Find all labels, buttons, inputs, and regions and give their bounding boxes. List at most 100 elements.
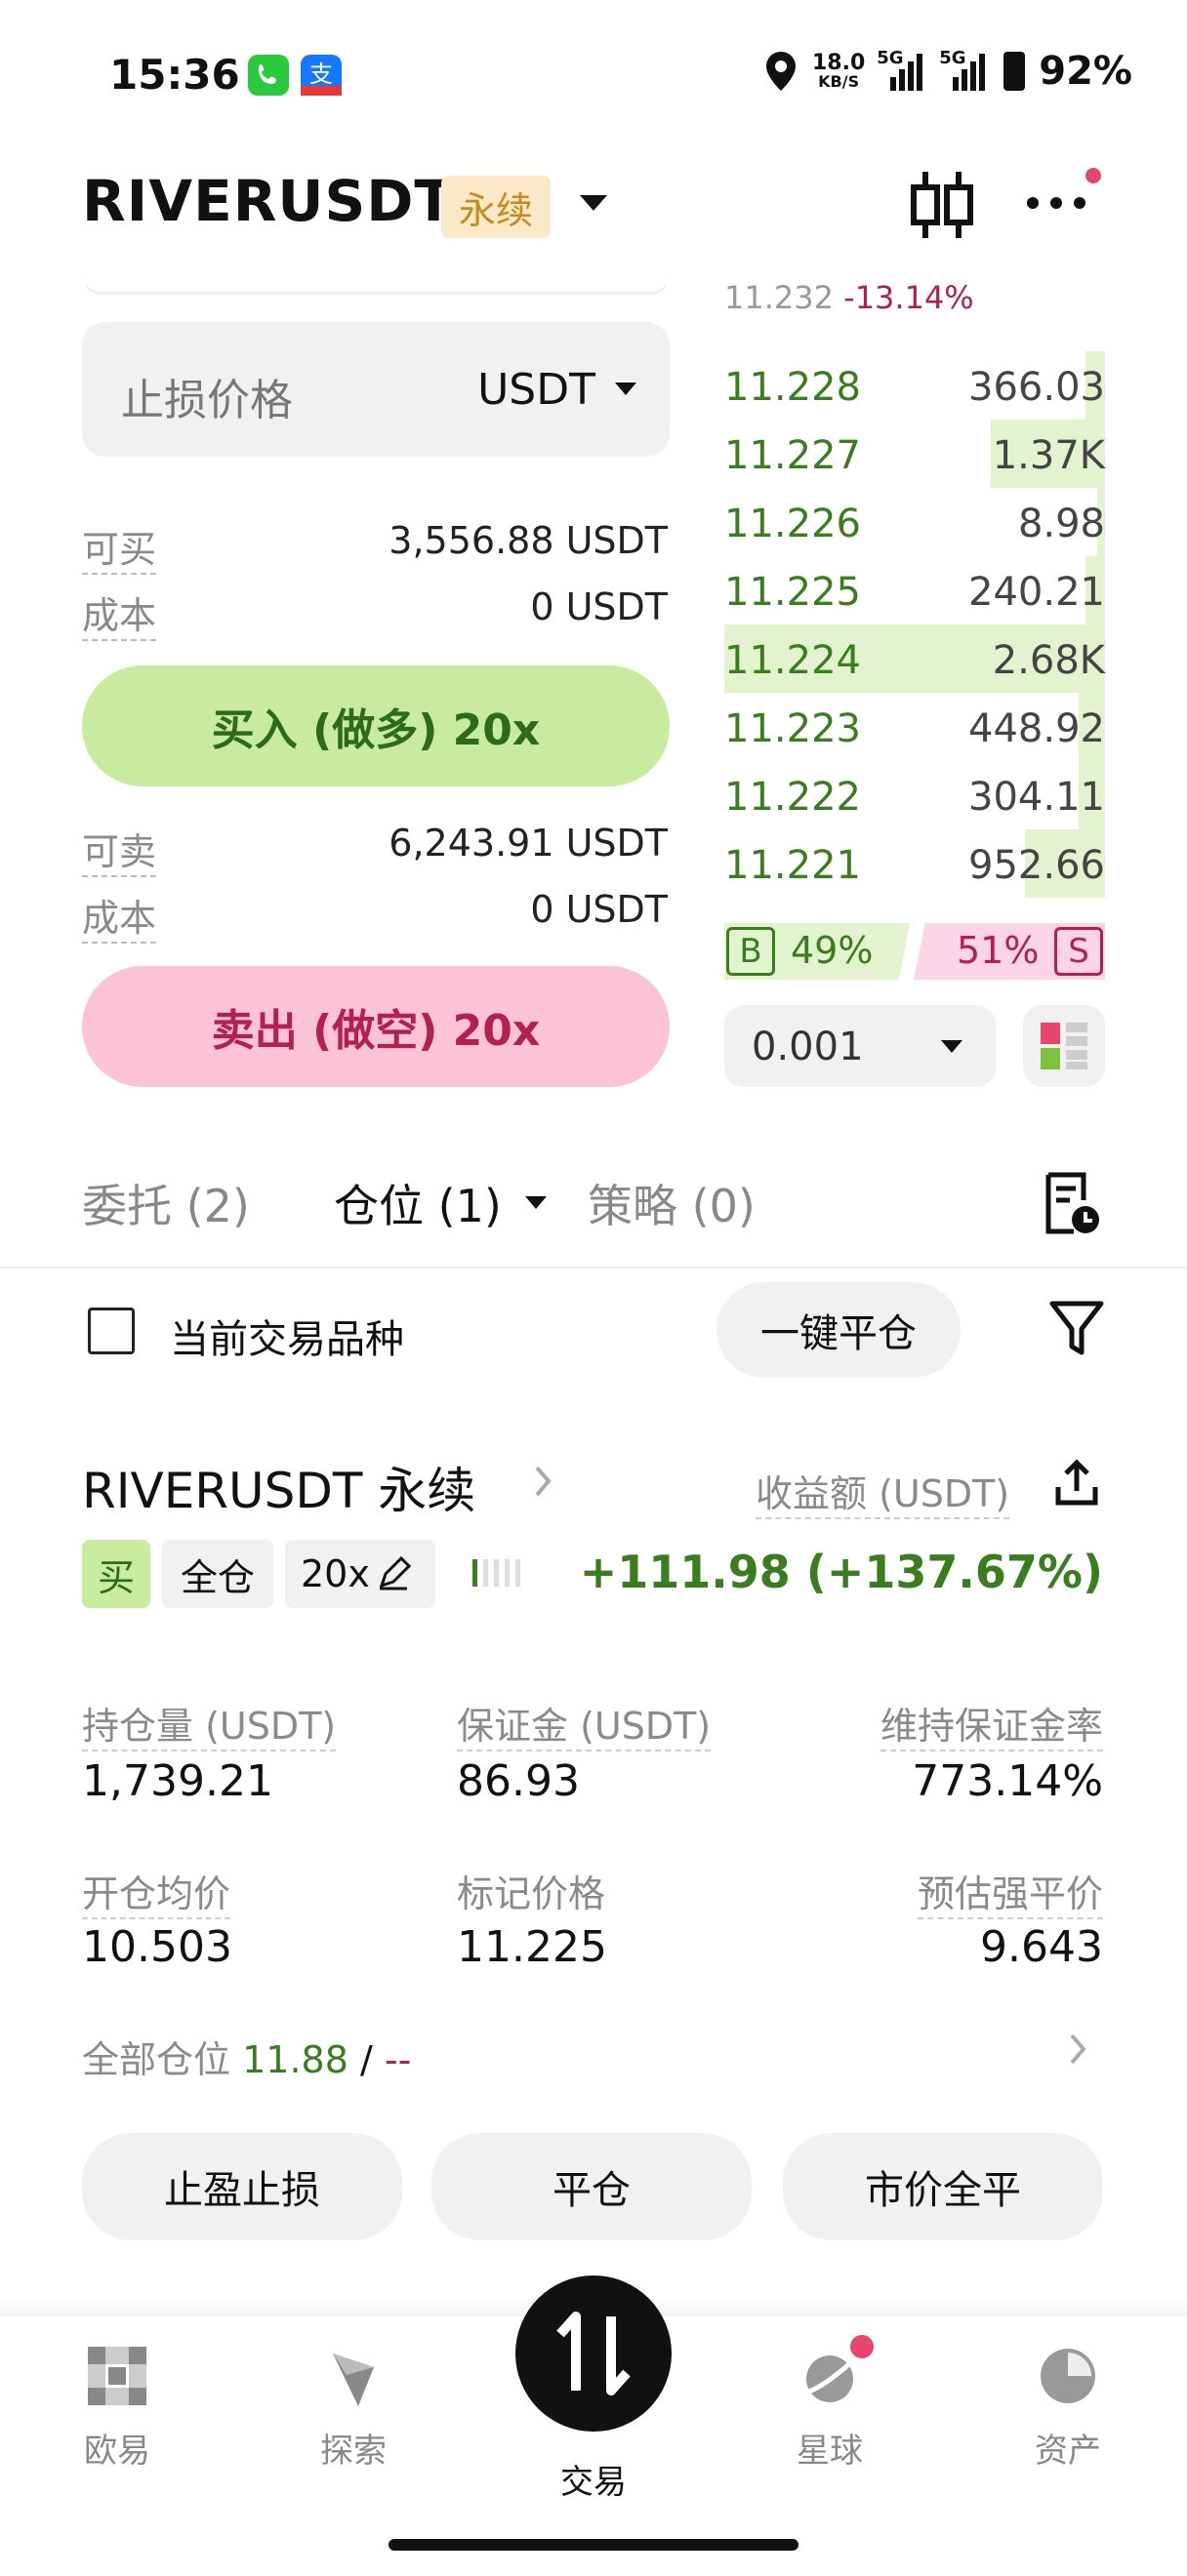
sell-ratio-badge: S: [1054, 927, 1103, 976]
contract-type-badge: 永续: [441, 176, 551, 238]
buy-available-value: 3,556.88 USDT: [389, 519, 668, 562]
buy-cost-label: 成本: [82, 585, 157, 641]
order-book-row[interactable]: 11.221 952.66: [724, 829, 1105, 898]
order-history-icon[interactable]: [1041, 1171, 1101, 1235]
sell-available-value: 6,243.91 USDT: [389, 822, 668, 865]
order-book-price: 11.227: [724, 433, 861, 478]
pie-chart-icon: [1041, 2349, 1095, 2403]
stop-loss-label: 止损价格: [121, 376, 293, 425]
positions-dropdown-icon[interactable]: [525, 1196, 547, 1209]
order-book-qty: 2.68K: [992, 638, 1105, 683]
book-layout-icon: [1041, 1023, 1087, 1069]
tab-strategies[interactable]: 策略 (0): [588, 1171, 756, 1235]
order-book-price: 11.224: [724, 638, 861, 683]
unit-dropdown-icon[interactable]: [615, 382, 636, 395]
leverage-badge[interactable]: 20x: [285, 1540, 435, 1608]
tp-sl-button[interactable]: 止盈止损: [82, 2133, 402, 2240]
current-symbol-checkbox[interactable]: [88, 1308, 135, 1354]
signal-5g-icon-1: 5G: [877, 48, 927, 91]
order-book-price: 11.228: [724, 365, 861, 410]
order-book-row[interactable]: 11.228 366.03: [724, 351, 1105, 420]
all-positions-long: 11.88: [242, 2038, 348, 2081]
order-book-qty: 366.03: [968, 365, 1105, 410]
entry-price-label: 开仓均价: [82, 1864, 231, 1919]
nav-okx-label: 欧易: [84, 2432, 150, 2471]
price-change: -13.14%: [843, 279, 974, 316]
last-price: 11.232: [724, 279, 834, 316]
order-book-qty: 1.37K: [992, 433, 1105, 478]
tab-positions[interactable]: 仓位 (1): [334, 1171, 502, 1235]
order-book-row[interactable]: 11.223 448.92: [724, 693, 1105, 761]
signal-5g-icon-2: 5G: [939, 48, 990, 91]
nav-okx[interactable]: 欧易: [59, 2342, 176, 2472]
order-book-qty: 8.98: [1017, 502, 1105, 546]
entry-price-value: 10.503: [82, 1922, 232, 1972]
share-icon[interactable]: [1052, 1458, 1101, 1509]
tab-orders[interactable]: 委托 (2): [82, 1171, 250, 1235]
order-book-row[interactable]: 11.225 240.21: [724, 556, 1105, 624]
buy-ratio-value: 49%: [791, 929, 874, 972]
precision-dropdown-icon[interactable]: [941, 1040, 962, 1053]
status-right: 18.0 KB/S 5G 5G 92%: [763, 48, 1132, 94]
edit-icon[interactable]: [376, 1556, 411, 1591]
compass-icon: [333, 2354, 374, 2406]
price-precision-select[interactable]: 0.001: [724, 1005, 996, 1087]
side-badge: 买: [82, 1540, 150, 1608]
nav-explore[interactable]: 探索: [295, 2342, 412, 2472]
phone-app-icon: [248, 55, 289, 96]
current-symbol-label: 当前交易品种: [170, 1317, 404, 1362]
liq-price-value: 9.643: [980, 1922, 1103, 1972]
nav-planet[interactable]: 星球: [771, 2342, 888, 2472]
home-indicator: [389, 2539, 798, 2551]
liq-price-label: 预估强平价: [917, 1864, 1103, 1919]
all-positions-short: --: [384, 2038, 412, 2081]
sell-short-button[interactable]: 卖出 (做空) 20x: [82, 966, 670, 1087]
order-book-row[interactable]: 11.226 8.98: [724, 488, 1105, 556]
chevron-right-icon[interactable]: [533, 1464, 554, 1499]
okx-logo-icon: [88, 2347, 146, 2405]
location-icon: [765, 52, 796, 91]
nav-assets[interactable]: 资产: [1009, 2342, 1126, 2472]
margin-mode-badge: 全仓: [162, 1540, 273, 1608]
margin-value: 86.93: [457, 1756, 580, 1806]
order-book-row[interactable]: 11.222 304.11: [724, 761, 1105, 829]
stop-loss-input[interactable]: 止损价格 USDT: [82, 322, 670, 457]
all-positions-label: 全部仓位: [82, 2038, 231, 2081]
battery-icon: [1003, 52, 1026, 91]
order-book-price: 11.221: [724, 843, 861, 888]
symbol-dropdown-icon[interactable]: [580, 195, 607, 211]
book-layout-toggle[interactable]: [1023, 1005, 1105, 1087]
filter-icon[interactable]: [1048, 1298, 1105, 1358]
stop-loss-unit[interactable]: USDT: [477, 365, 595, 415]
size-value: 1,739.21: [82, 1756, 273, 1806]
close-position-button[interactable]: 平仓: [431, 2133, 752, 2240]
more-menu-icon[interactable]: [1027, 197, 1085, 209]
network-speed: 18.0 KB/S: [811, 51, 866, 91]
order-book-row[interactable]: 11.224 2.68K: [724, 624, 1105, 693]
mmr-value: 773.14%: [912, 1756, 1103, 1806]
chevron-right-icon[interactable]: [1068, 2032, 1089, 2067]
trade-fab[interactable]: [515, 2275, 672, 2432]
nav-trade-label[interactable]: 交易: [535, 2455, 652, 2503]
buy-long-button[interactable]: 买入 (做多) 20x: [82, 665, 670, 786]
size-label: 持仓量 (USDT): [82, 1696, 337, 1751]
order-book-price: 11.222: [724, 775, 861, 820]
leverage-value: 20x: [301, 1552, 370, 1595]
status-time: 15:36: [109, 51, 240, 99]
alipay-app-icon: 支: [301, 55, 342, 96]
market-close-all-button[interactable]: 市价全平: [783, 2133, 1103, 2240]
planet-notification-dot: [847, 2332, 877, 2361]
tabs-divider: [0, 1267, 1187, 1268]
position-title[interactable]: RIVERUSDT 永续: [82, 1452, 475, 1522]
nav-planet-label: 星球: [797, 2432, 863, 2471]
all-positions-row[interactable]: 全部仓位 11.88 / --: [82, 2030, 411, 2083]
close-all-button[interactable]: 一键平仓: [716, 1282, 961, 1378]
pnl-value: +111.98 (+137.67%): [579, 1546, 1103, 1598]
order-book-row[interactable]: 11.227 1.37K: [724, 420, 1105, 488]
symbol-title[interactable]: RIVERUSDT: [82, 168, 454, 234]
candlestick-chart-icon[interactable]: [908, 168, 976, 242]
mark-price-value: 11.225: [457, 1922, 607, 1972]
nav-explore-label: 探索: [320, 2432, 387, 2471]
pnl-label: 收益额 (USDT): [756, 1464, 1010, 1519]
sell-cost-value: 0 USDT: [530, 888, 668, 931]
